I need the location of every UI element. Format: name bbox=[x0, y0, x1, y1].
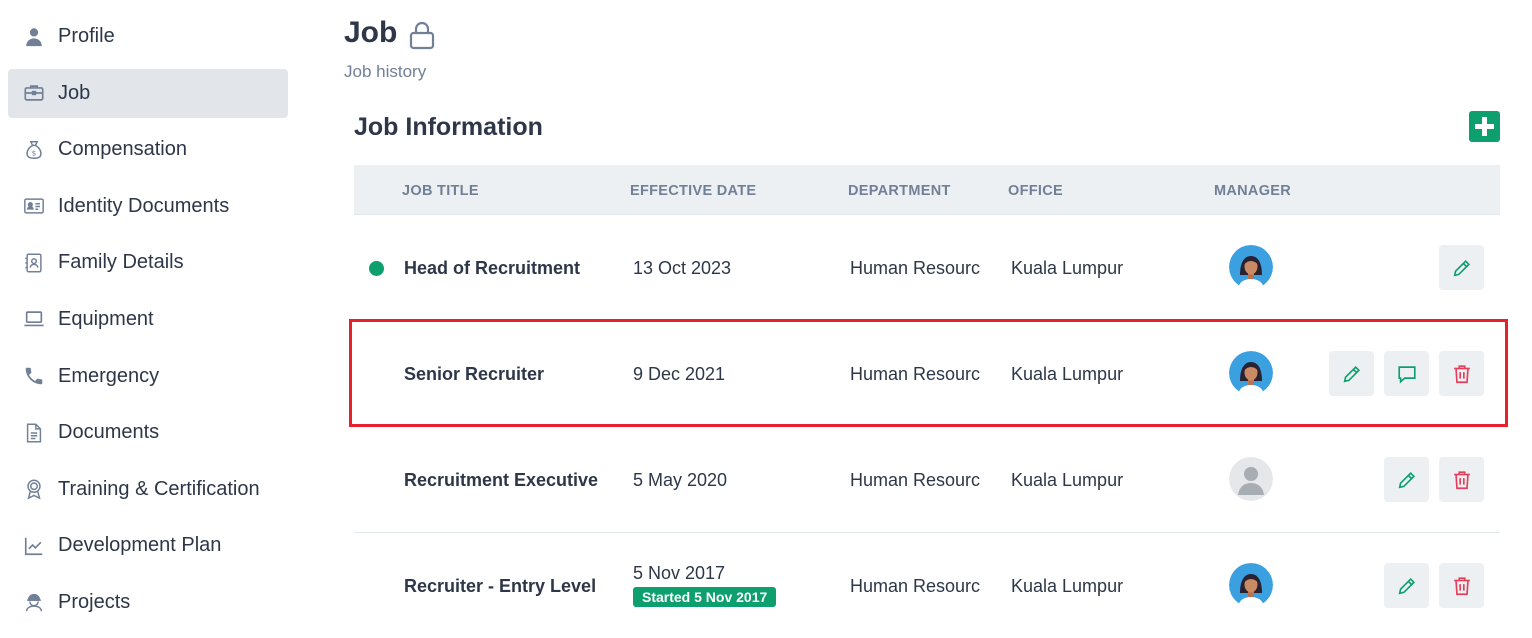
delete-button[interactable] bbox=[1439, 563, 1484, 608]
worker-icon bbox=[22, 590, 46, 614]
sidebar-item-label: Compensation bbox=[58, 138, 187, 161]
sidebar-item-identity-documents[interactable]: Identity Documents bbox=[8, 182, 288, 231]
edit-button[interactable] bbox=[1384, 457, 1429, 502]
effective-date-cell: 9 Dec 2021 bbox=[633, 364, 726, 384]
job-title-cell: Head of Recruitment bbox=[404, 258, 581, 278]
sidebar-item-label: Profile bbox=[58, 25, 115, 47]
sidebar-item-label: Family Details bbox=[58, 251, 184, 274]
sidebar-item-label: Development Plan bbox=[58, 534, 222, 557]
effective-date-cell: 5 May 2020 bbox=[633, 470, 728, 490]
sidebar-item-emergency[interactable]: Emergency bbox=[8, 352, 288, 401]
sidebar-item-label: Projects bbox=[58, 590, 131, 613]
page-subtitle: Job history bbox=[344, 62, 427, 81]
sidebar-item-label: Equipment bbox=[58, 307, 154, 330]
sidebar-item-documents[interactable]: Documents bbox=[8, 408, 288, 457]
edit-button[interactable] bbox=[1384, 563, 1429, 608]
manager-avatar-placeholder[interactable] bbox=[1229, 457, 1273, 501]
svg-text:$: $ bbox=[32, 148, 37, 157]
id-card-icon bbox=[22, 194, 46, 218]
section-title: Job Information bbox=[354, 113, 543, 141]
pencil-icon bbox=[1343, 365, 1360, 382]
table-row: Head of Recruitment 13 Oct 2023 Human Re… bbox=[354, 215, 1500, 321]
department-cell: Human Resources bbox=[850, 258, 980, 278]
table-row: Recruiter - Entry Level 5 Nov 2017 Start… bbox=[354, 533, 1500, 638]
user-icon bbox=[22, 25, 46, 49]
started-badge: Started 5 Nov 2017 bbox=[633, 587, 777, 607]
contact-book-icon bbox=[22, 251, 46, 275]
pencil-icon bbox=[1398, 471, 1415, 488]
department-cell: Human Resources bbox=[850, 576, 980, 596]
sidebar-item-development-plan[interactable]: Development Plan bbox=[8, 521, 288, 570]
job-title-cell: Recruiter - Entry Level bbox=[404, 576, 597, 596]
sidebar-item-label: Training & Certification bbox=[58, 477, 260, 500]
effective-date-cell: 5 Nov 2017 bbox=[633, 563, 726, 583]
department-cell: Human Resources bbox=[850, 470, 980, 490]
column-header-job-title[interactable]: JOB TITLE bbox=[402, 183, 479, 199]
sidebar-item-projects[interactable]: Projects bbox=[8, 578, 288, 627]
office-cell: Kuala Lumpur bbox=[1011, 470, 1124, 490]
table-row: Senior Recruiter 9 Dec 2021 Human Resour… bbox=[354, 321, 1500, 427]
lock-icon[interactable] bbox=[408, 20, 436, 50]
effective-date-cell: 13 Oct 2023 bbox=[633, 258, 732, 278]
sidebar-nav: Profile Job $ Compensation Identity Docu… bbox=[8, 12, 288, 635]
trash-icon bbox=[1453, 364, 1470, 383]
office-cell: Kuala Lumpur bbox=[1011, 258, 1124, 278]
column-header-manager[interactable]: MANAGER bbox=[1214, 183, 1291, 199]
manager-avatar[interactable] bbox=[1229, 351, 1273, 395]
edit-button[interactable] bbox=[1329, 351, 1374, 396]
page-title: Job bbox=[344, 16, 398, 49]
trash-icon bbox=[1453, 576, 1470, 595]
pencil-icon bbox=[1398, 577, 1415, 594]
sidebar-item-family-details[interactable]: Family Details bbox=[8, 238, 288, 287]
sidebar-item-compensation[interactable]: $ Compensation bbox=[8, 125, 288, 174]
add-job-button[interactable] bbox=[1469, 111, 1500, 142]
sidebar-item-label: Job bbox=[58, 81, 91, 104]
laptop-icon bbox=[22, 307, 46, 331]
delete-button[interactable] bbox=[1439, 351, 1484, 396]
manager-avatar[interactable] bbox=[1229, 563, 1273, 607]
sidebar-item-label: Documents bbox=[58, 421, 160, 444]
comment-button[interactable] bbox=[1384, 351, 1429, 396]
office-cell: Kuala Lumpur bbox=[1011, 576, 1124, 596]
table-row: Recruitment Executive 5 May 2020 Human R… bbox=[354, 427, 1500, 533]
sidebar-item-job[interactable]: Job bbox=[8, 68, 288, 118]
comment-icon bbox=[1397, 365, 1416, 384]
phone-icon bbox=[22, 364, 46, 388]
sidebar-item-training-certification[interactable]: Training & Certification bbox=[8, 465, 288, 514]
edit-button[interactable] bbox=[1439, 245, 1484, 290]
job-title-cell: Recruitment Executive bbox=[404, 470, 599, 490]
table-header: JOB TITLE EFFECTIVE DATE DEPARTMENT OFFI… bbox=[354, 165, 1500, 215]
chart-line-icon bbox=[22, 534, 46, 558]
job-information-table: JOB TITLE EFFECTIVE DATE DEPARTMENT OFFI… bbox=[354, 165, 1500, 638]
job-title-cell: Senior Recruiter bbox=[404, 364, 545, 384]
document-icon bbox=[22, 421, 46, 445]
pencil-icon bbox=[1453, 259, 1470, 276]
office-cell: Kuala Lumpur bbox=[1011, 364, 1124, 384]
manager-avatar[interactable] bbox=[1229, 245, 1273, 289]
award-icon bbox=[22, 477, 46, 501]
plus-icon bbox=[1475, 117, 1494, 136]
money-bag-icon: $ bbox=[22, 138, 46, 162]
sidebar-item-label: Emergency bbox=[58, 364, 160, 387]
column-header-department[interactable]: DEPARTMENT bbox=[848, 183, 951, 199]
sidebar-item-label: Identity Documents bbox=[58, 194, 230, 217]
current-status-dot bbox=[369, 261, 384, 276]
delete-button[interactable] bbox=[1439, 457, 1484, 502]
department-cell: Human Resources bbox=[850, 364, 980, 384]
column-header-effective-date[interactable]: EFFECTIVE DATE bbox=[630, 183, 756, 199]
column-header-office[interactable]: OFFICE bbox=[1008, 183, 1063, 199]
briefcase-icon bbox=[22, 81, 46, 105]
trash-icon bbox=[1453, 470, 1470, 489]
sidebar-item-profile[interactable]: Profile bbox=[8, 12, 288, 61]
sidebar-item-equipment[interactable]: Equipment bbox=[8, 295, 288, 344]
